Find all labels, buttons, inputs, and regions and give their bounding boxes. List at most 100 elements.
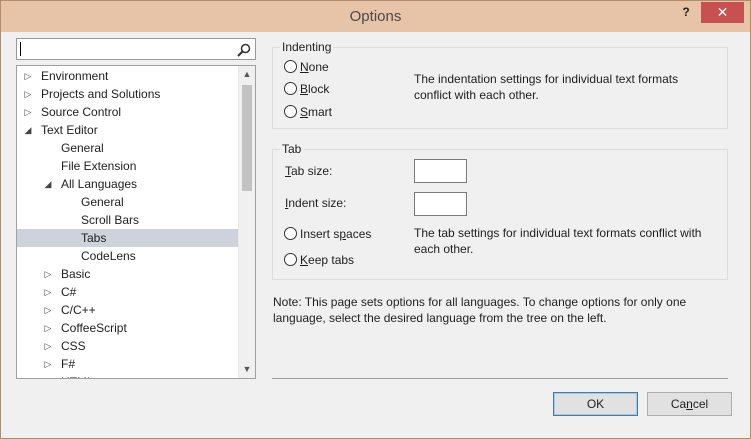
tree-item[interactable]: ▷ C#: [17, 283, 239, 301]
tree-item-label: Basic: [61, 267, 91, 281]
tree-item[interactable]: ▷ Source Control: [17, 103, 239, 121]
tree-item[interactable]: ◢ Text Editor: [17, 121, 239, 139]
tree-item-label: F#: [61, 357, 76, 371]
tree-scrollbar[interactable]: ▲ ▼: [238, 66, 255, 378]
tab-size-label: Tab size:: [285, 164, 332, 178]
window-title: Options: [349, 8, 402, 25]
tab-size-input[interactable]: [414, 159, 467, 183]
expand-arrow-icon[interactable]: ▷: [43, 373, 53, 378]
tab-size-text: ab size:: [291, 164, 333, 178]
tab-info: The tab settings for individual text for…: [414, 226, 702, 256]
cancel-button[interactable]: Cancel: [647, 392, 732, 416]
tab-title: Tab: [280, 142, 304, 156]
scroll-down-arrow-icon[interactable]: ▼: [239, 361, 255, 378]
tree-item-label: CodeLens: [81, 249, 136, 263]
cancel-mnemonic: n: [686, 397, 693, 411]
keep-tabs-mnemonic: K: [300, 253, 309, 267]
tree-item-label: Environment: [41, 69, 109, 83]
tree-item-label: General: [61, 141, 104, 155]
tree-item[interactable]: ▷ CoffeeScript: [17, 319, 239, 337]
tree-item-label: Source Control: [41, 105, 122, 119]
options-dialog: Options ? ✕ ▷ Environment ▷ Projects and So…: [0, 0, 751, 439]
indenting-info: The indentation settings for individual …: [414, 72, 679, 102]
radio-none-mnemonic: N: [300, 60, 309, 74]
radio-circle[interactable]: [284, 253, 297, 266]
expand-arrow-icon[interactable]: ▷: [43, 355, 53, 373]
ok-button[interactable]: OK: [553, 392, 638, 416]
indent-size-text: ndent size:: [288, 196, 347, 210]
tree-item[interactable]: General: [17, 193, 239, 211]
cancel-label-pre: Ca: [670, 397, 687, 411]
radio-circle[interactable]: [284, 227, 297, 240]
expand-arrow-icon[interactable]: ▷: [43, 265, 53, 283]
title-bar[interactable]: Options ? ✕: [1, 1, 750, 32]
collapse-arrow-icon[interactable]: ◢: [23, 121, 33, 139]
tree-item-label: File Extension: [61, 159, 137, 173]
tree-item[interactable]: ▷ HTML: [17, 373, 239, 378]
tree-item[interactable]: ▷ Projects and Solutions: [17, 85, 239, 103]
expand-arrow-icon[interactable]: ▷: [43, 319, 53, 337]
tree-item-label: C/C++: [61, 303, 96, 317]
expand-arrow-icon[interactable]: ▷: [43, 337, 53, 355]
indenting-group: Indenting None Block Smart The indentati…: [272, 40, 728, 129]
tree-item-label: CSS: [61, 339, 86, 353]
tree-item[interactable]: ▷ Environment: [17, 67, 239, 85]
radio-none-label: one: [308, 60, 329, 74]
tree-item[interactable]: ▷ F#: [17, 355, 239, 373]
tree-item[interactable]: CodeLens: [17, 247, 239, 265]
radio-block[interactable]: Block: [284, 80, 329, 98]
search-input[interactable]: [16, 38, 256, 60]
note-text: Note: This page sets options for all lan…: [273, 295, 687, 325]
radio-smart-label: mart: [308, 105, 333, 119]
radio-circle[interactable]: [284, 60, 297, 73]
insert-spaces-label-pre: Insert s: [300, 227, 340, 241]
search-icon[interactable]: [236, 42, 252, 58]
radio-circle[interactable]: [284, 105, 297, 118]
radio-block-mnemonic: B: [300, 82, 309, 96]
tree-item-label: HTML: [61, 373, 94, 378]
tree-item-label: Text Editor: [41, 123, 98, 137]
divider: [272, 378, 728, 379]
tree-item-label: Scroll Bars: [81, 213, 140, 227]
text-caret: [20, 42, 21, 56]
expand-arrow-icon[interactable]: ▷: [43, 283, 53, 301]
radio-keep-tabs[interactable]: Keep tabs: [284, 251, 354, 269]
tree-item[interactable]: Tabs: [17, 229, 239, 247]
tree-item[interactable]: General: [17, 139, 239, 157]
tree-item[interactable]: ▷ CSS: [17, 337, 239, 355]
radio-smart-mnemonic: S: [300, 105, 309, 119]
tree-item-label: General: [81, 195, 124, 209]
radio-circle[interactable]: [284, 82, 297, 95]
indent-size-label: Indent size:: [285, 196, 346, 210]
tree-item-label: C#: [61, 285, 77, 299]
tree-item-label: All Languages: [61, 177, 138, 191]
indent-size-input[interactable]: [414, 192, 467, 216]
expand-arrow-icon[interactable]: ▷: [23, 85, 33, 103]
scroll-up-arrow-icon[interactable]: ▲: [239, 66, 255, 83]
tree-item-label: CoffeeScript: [61, 321, 127, 335]
tree-item[interactable]: ▷ Basic: [17, 265, 239, 283]
cancel-label-post: cel: [692, 397, 709, 411]
keep-tabs-label: eep tabs: [308, 253, 355, 267]
radio-none[interactable]: None: [284, 58, 329, 76]
options-tree[interactable]: ▷ Environment ▷ Projects and Solutions ▷ Sour…: [16, 65, 256, 379]
tree-item[interactable]: Scroll Bars: [17, 211, 239, 229]
tree-item[interactable]: ▷ C/C++: [17, 301, 239, 319]
expand-arrow-icon[interactable]: ▷: [23, 103, 33, 121]
radio-block-label: lock: [308, 82, 330, 96]
help-button[interactable]: ?: [677, 5, 695, 21]
tree-item[interactable]: File Extension: [17, 157, 239, 175]
tree-item-label: Tabs: [81, 231, 107, 245]
expand-arrow-icon[interactable]: ▷: [23, 67, 33, 85]
close-button[interactable]: ✕: [701, 2, 744, 23]
tree-item[interactable]: ◢ All Languages: [17, 175, 239, 193]
collapse-arrow-icon[interactable]: ◢: [43, 175, 53, 193]
tree-item-label: Projects and Solutions: [41, 87, 161, 101]
expand-arrow-icon[interactable]: ▷: [43, 301, 53, 319]
radio-smart[interactable]: Smart: [284, 103, 332, 121]
tab-group: Tab Tab size: Indent size: Insert spaces…: [272, 142, 728, 280]
radio-insert-spaces[interactable]: Insert spaces: [284, 225, 371, 243]
dialog-client: ▷ Environment ▷ Projects and Solutions ▷ Sour…: [8, 32, 744, 432]
scroll-thumb[interactable]: [242, 85, 252, 191]
indenting-title: Indenting: [280, 40, 334, 54]
